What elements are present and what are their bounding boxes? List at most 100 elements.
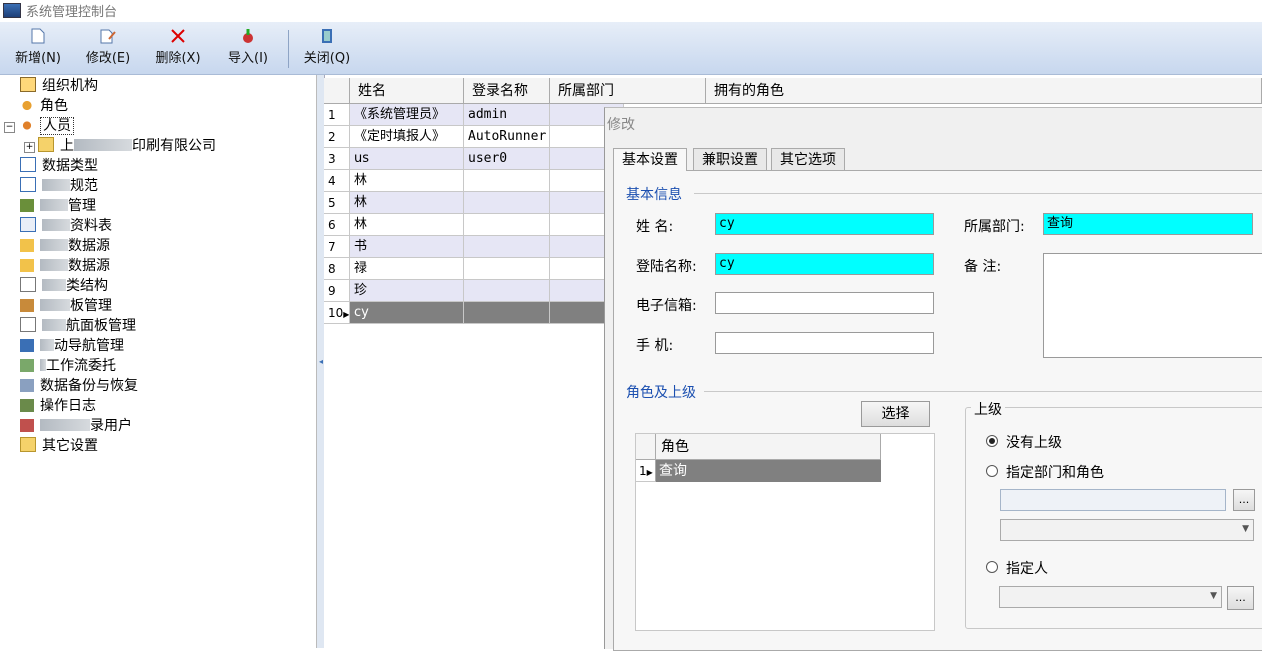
role-grid-corner: [636, 434, 656, 460]
cell-name[interactable]: 《定时填报人》: [350, 126, 464, 148]
row-number: 4: [324, 170, 350, 192]
remark-field[interactable]: [1043, 253, 1262, 358]
phone-field[interactable]: [715, 332, 934, 354]
add-button[interactable]: 新增(N): [10, 28, 66, 72]
import-button[interactable]: 导入(I): [220, 28, 276, 72]
tree-item-login-users[interactable]: 录用户: [20, 416, 132, 436]
tree-item-manage[interactable]: 管理: [20, 196, 96, 216]
section-basic-info: 基本信息: [626, 184, 688, 204]
radio-dept-role[interactable]: [986, 465, 998, 477]
delete-button[interactable]: 删除(X): [150, 28, 206, 72]
row-pointer-icon: ▶: [646, 468, 653, 477]
tab-other[interactable]: 其它选项: [771, 148, 845, 171]
table-row[interactable]: 6林: [324, 214, 624, 236]
tab-basic[interactable]: 基本设置: [613, 148, 687, 171]
table-row[interactable]: 7书: [324, 236, 624, 258]
cell-name[interactable]: 林: [350, 192, 464, 214]
radio-specified-person-label: 指定人: [1006, 561, 1048, 577]
radio-specified-person[interactable]: [986, 561, 998, 573]
cell-login[interactable]: user0: [464, 148, 550, 170]
cell-name[interactable]: 禄: [350, 258, 464, 280]
radio-no-superior[interactable]: [986, 435, 998, 447]
auto-nav-icon: [20, 339, 34, 352]
table-row[interactable]: 3 us user0: [324, 148, 624, 170]
section-divider: [704, 391, 1262, 392]
cell-name[interactable]: 林: [350, 170, 464, 192]
nav-panel-icon: [20, 317, 36, 332]
table-row[interactable]: 2 《定时填报人》 AutoRunner: [324, 126, 624, 148]
select-role-button[interactable]: 选择: [861, 401, 930, 427]
collapse-toggle[interactable]: −: [4, 122, 15, 133]
dept-role-more-button[interactable]: ...: [1233, 489, 1255, 511]
cell-login[interactable]: AutoRunner: [464, 126, 550, 148]
dept-field[interactable]: 查询: [1043, 213, 1253, 235]
org-chart-icon: [20, 77, 36, 92]
tree-item-log[interactable]: 操作日志: [20, 396, 96, 416]
tree-item-company[interactable]: 上印刷有限公司: [38, 136, 216, 156]
tree-item-org[interactable]: 组织机构: [20, 76, 98, 96]
role-col-header[interactable]: 角色: [656, 434, 881, 460]
col-header-roles[interactable]: 拥有的角色: [706, 78, 1262, 104]
datatype-icon: [20, 157, 36, 172]
cell-name[interactable]: us: [350, 148, 464, 170]
expand-toggle[interactable]: +: [24, 142, 35, 153]
cell-login[interactable]: [464, 258, 550, 280]
person-select[interactable]: ▼: [999, 586, 1222, 608]
tree-item-nav-panel[interactable]: 航面板管理: [20, 316, 136, 336]
tree-item-datasource-1[interactable]: 数据源: [20, 236, 110, 256]
tree-item-datatype[interactable]: 数据类型: [20, 156, 98, 176]
dept-role-field[interactable]: [1000, 489, 1226, 511]
log-icon: [20, 399, 34, 412]
person-more-button[interactable]: ...: [1227, 586, 1254, 610]
section-role: 角色及上级: [626, 382, 702, 402]
edit-button[interactable]: 修改(E): [80, 28, 136, 72]
tree-item-workflow[interactable]: 工作流委托: [20, 356, 116, 376]
tree-item-personnel[interactable]: 人员: [20, 116, 74, 136]
tree-item-table[interactable]: 资料表: [20, 216, 112, 236]
tree-item-spec[interactable]: 规范: [20, 176, 98, 196]
tree-item-auto-nav[interactable]: 动导航管理: [20, 336, 124, 356]
cell-login[interactable]: [464, 280, 550, 302]
cell-name[interactable]: cy: [350, 302, 464, 324]
col-header-name[interactable]: 姓名: [350, 78, 464, 104]
table-row[interactable]: 5林: [324, 192, 624, 214]
col-header-login[interactable]: 登录名称: [464, 78, 550, 104]
table-row[interactable]: 1 《系统管理员》 admin: [324, 104, 624, 126]
cell-login[interactable]: [464, 192, 550, 214]
table-row[interactable]: 10▶ cy: [324, 302, 624, 324]
tree-item-class[interactable]: 类结构: [20, 276, 108, 296]
role-row[interactable]: 查询: [656, 460, 881, 482]
cell-name[interactable]: 《系统管理员》: [350, 104, 464, 126]
cell-login[interactable]: admin: [464, 104, 550, 126]
cell-login[interactable]: [464, 302, 550, 324]
email-field[interactable]: [715, 292, 934, 314]
tab-panel-basic: 基本信息 姓 名: cy 登陆名称: cy 电子信箱: 手 机: 所属部门: 查…: [613, 170, 1262, 651]
table-row[interactable]: 4林: [324, 170, 624, 192]
tree-item-board[interactable]: 板管理: [20, 296, 112, 316]
cell-name[interactable]: 书: [350, 236, 464, 258]
tab-parttime[interactable]: 兼职设置: [693, 148, 767, 171]
class-structure-icon: [20, 277, 36, 292]
close-button[interactable]: 关闭(Q): [298, 28, 356, 72]
table-row[interactable]: 8禄: [324, 258, 624, 280]
cell-login[interactable]: [464, 236, 550, 258]
tree-item-backup[interactable]: 数据备份与恢复: [20, 376, 138, 396]
phone-label: 手 机:: [636, 338, 674, 354]
cell-name[interactable]: 林: [350, 214, 464, 236]
tree-item-role[interactable]: 角色: [20, 96, 68, 116]
tree-item-datasource-2[interactable]: 数据源: [20, 256, 110, 276]
tree-item-other-settings[interactable]: 其它设置: [20, 436, 98, 456]
new-document-icon: [30, 28, 46, 44]
table-row[interactable]: 9珍: [324, 280, 624, 302]
navigation-tree: 组织机构 角色 − 人员 + 上印刷有限公司 数据类型 规范 管理 资料表 数据…: [0, 75, 317, 648]
cell-login[interactable]: [464, 170, 550, 192]
role-select[interactable]: ▼: [1000, 519, 1254, 541]
name-field[interactable]: cy: [715, 213, 934, 235]
radio-dept-role-label: 指定部门和角色: [1006, 465, 1104, 481]
login-field[interactable]: cy: [715, 253, 934, 275]
import-icon: [240, 28, 256, 44]
col-header-dept[interactable]: 所属部门: [550, 78, 706, 104]
cell-login[interactable]: [464, 214, 550, 236]
cell-name[interactable]: 珍: [350, 280, 464, 302]
row-number: 1: [324, 104, 350, 126]
